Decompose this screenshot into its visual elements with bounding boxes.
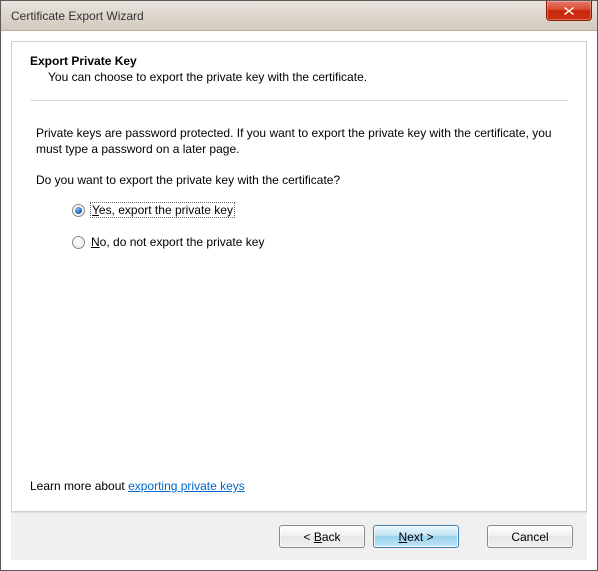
close-button[interactable] (546, 1, 592, 21)
learn-more-prefix: Learn more about (30, 479, 128, 493)
page-header: Export Private Key You can choose to exp… (30, 54, 568, 84)
back-button[interactable]: < Back (279, 525, 365, 548)
divider (30, 100, 568, 101)
titlebar: Certificate Export Wizard (1, 1, 597, 31)
window-title: Certificate Export Wizard (11, 9, 144, 23)
radio-label-no: No, do not export the private key (91, 235, 264, 249)
content-panel: Export Private Key You can choose to exp… (11, 41, 587, 512)
question-text: Do you want to export the private key wi… (36, 173, 562, 187)
close-icon (563, 6, 575, 16)
footer: < Back Next > Cancel (11, 512, 587, 560)
learn-more: Learn more about exporting private keys (30, 479, 568, 493)
radio-input-no[interactable] (72, 236, 85, 249)
spacer (30, 265, 568, 479)
next-button[interactable]: Next > (373, 525, 459, 548)
radio-input-yes[interactable] (72, 204, 85, 217)
page-title: Export Private Key (30, 54, 568, 68)
radio-option-no[interactable]: No, do not export the private key (72, 233, 568, 251)
cancel-button[interactable]: Cancel (487, 525, 573, 548)
wizard-window: Certificate Export Wizard Export Private… (0, 0, 598, 571)
learn-more-link[interactable]: exporting private keys (128, 479, 245, 493)
radio-label-yes: Yes, export the private key (91, 203, 234, 217)
radio-option-yes[interactable]: Yes, export the private key (72, 201, 568, 219)
page-subtitle: You can choose to export the private key… (48, 70, 568, 84)
content-outer: Export Private Key You can choose to exp… (1, 31, 597, 570)
explain-text: Private keys are password protected. If … (36, 125, 562, 157)
radio-group: Yes, export the private key No, do not e… (72, 201, 568, 265)
